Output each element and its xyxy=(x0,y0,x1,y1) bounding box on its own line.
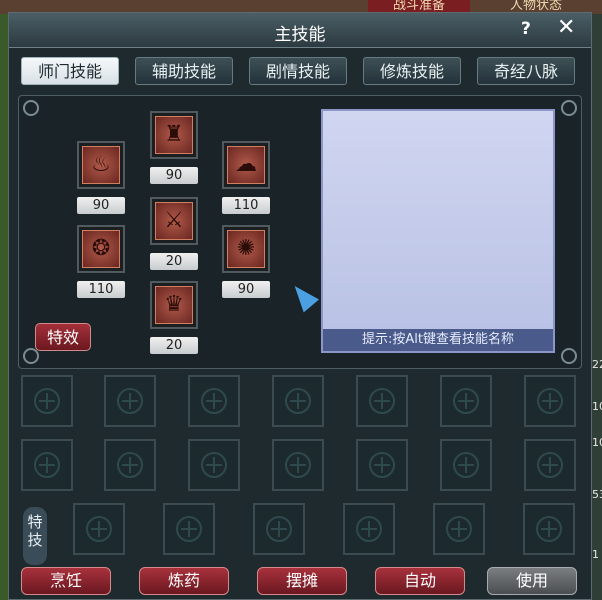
empty-slot-rune-icon xyxy=(34,388,60,414)
title-bar[interactable]: 主技能 ? ✕ xyxy=(9,13,591,48)
skill-bar-slot[interactable] xyxy=(524,439,576,491)
corner-ornament xyxy=(23,100,39,116)
background-number: 10 xyxy=(592,400,602,413)
stunt-slot[interactable] xyxy=(433,503,485,555)
skill-bar-slot[interactable] xyxy=(440,375,492,427)
skill-bar-slot[interactable] xyxy=(356,439,408,491)
empty-slot-rune-icon xyxy=(201,452,227,478)
skill-bar-slot[interactable] xyxy=(524,375,576,427)
auto-button[interactable]: 自动 xyxy=(375,567,465,595)
stunt-label: 特技 xyxy=(23,507,47,565)
stunt-slot[interactable] xyxy=(73,503,125,555)
background-right-edge xyxy=(592,14,602,600)
skill-bar-slot[interactable] xyxy=(104,439,156,491)
dotted-ring-icon: ✺ xyxy=(227,230,265,268)
empty-slot-rune-icon xyxy=(453,452,479,478)
beast-mask-icon: ♜ xyxy=(155,116,193,154)
effect-button[interactable]: 特效 xyxy=(35,323,91,351)
background-number: 1 xyxy=(592,548,599,561)
tab-meridian-skills[interactable]: 奇经八脉 xyxy=(477,57,575,85)
empty-slot-rune-icon xyxy=(446,516,472,542)
skill-bar-slot[interactable] xyxy=(356,375,408,427)
tab-cultivation-skills[interactable]: 修炼技能 xyxy=(363,57,461,85)
background-left-edge xyxy=(0,14,8,600)
empty-slot-rune-icon xyxy=(34,452,60,478)
skill-level: 90 xyxy=(222,281,270,298)
help-button[interactable]: ? xyxy=(521,19,531,39)
skill-bar-slot[interactable] xyxy=(272,375,324,427)
skill-level: 110 xyxy=(77,281,125,298)
skill-level: 110 xyxy=(222,197,270,214)
skill-bar-slot[interactable] xyxy=(21,375,73,427)
skill-bar-slot[interactable] xyxy=(188,439,240,491)
cooking-button[interactable]: 烹饪 xyxy=(21,567,111,595)
empty-slot-rune-icon xyxy=(369,452,395,478)
empty-slot-rune-icon xyxy=(117,452,143,478)
skill-slot-5[interactable]: ❂ xyxy=(77,225,125,273)
empty-slot-rune-icon xyxy=(285,388,311,414)
skill-level: 90 xyxy=(150,167,198,184)
skill-level: 90 xyxy=(77,197,125,214)
empty-slot-rune-icon xyxy=(537,388,563,414)
background-number: 53 xyxy=(592,488,602,501)
skill-slot-3[interactable]: ☁ xyxy=(222,141,270,189)
tab-auxiliary-skills[interactable]: 辅助技能 xyxy=(135,57,233,85)
use-button[interactable]: 使用 xyxy=(487,567,577,595)
corner-ornament xyxy=(561,100,577,116)
swirl-cloud-icon: ☁ xyxy=(227,146,265,184)
empty-slot-rune-icon xyxy=(356,516,382,542)
skill-slot-7[interactable]: ♛ xyxy=(150,281,198,329)
skill-bar-slot[interactable] xyxy=(440,439,492,491)
skill-bar-slot[interactable] xyxy=(188,375,240,427)
empty-slot-rune-icon xyxy=(369,388,395,414)
crossed-blades-icon: ⚔ xyxy=(155,202,193,240)
main-skill-window: 主技能 ? ✕ 师门技能 辅助技能 剧情技能 修炼技能 奇经八脉 ♨ 90 ♜ … xyxy=(8,12,592,600)
close-button[interactable]: ✕ xyxy=(557,17,575,39)
empty-slot-rune-icon xyxy=(176,516,202,542)
tip-text: 提示:按Alt键查看技能名称 xyxy=(323,329,553,351)
skill-slot-4[interactable]: ⚔ xyxy=(150,197,198,245)
skill-slot-2[interactable]: ♜ xyxy=(150,111,198,159)
alchemy-button[interactable]: 炼药 xyxy=(139,567,229,595)
background-number: 10 xyxy=(592,436,602,449)
tab-school-skills[interactable]: 师门技能 xyxy=(21,57,119,85)
empty-slot-rune-icon xyxy=(453,388,479,414)
empty-slot-rune-icon xyxy=(537,452,563,478)
skill-bar-slot[interactable] xyxy=(272,439,324,491)
stunt-slot[interactable] xyxy=(343,503,395,555)
empty-slot-rune-icon xyxy=(536,516,562,542)
skill-slot-6[interactable]: ✺ xyxy=(222,225,270,273)
empty-slot-rune-icon xyxy=(285,452,311,478)
skill-level: 20 xyxy=(150,337,198,354)
empty-slot-rune-icon xyxy=(117,388,143,414)
background-number: 22 xyxy=(592,358,602,371)
corner-ornament xyxy=(561,348,577,364)
skill-bar-slot[interactable] xyxy=(21,439,73,491)
skill-level: 20 xyxy=(150,253,198,270)
stall-button[interactable]: 摆摊 xyxy=(257,567,347,595)
empty-slot-rune-icon xyxy=(86,516,112,542)
skill-tooltip-panel: 提示:按Alt键查看技能名称 xyxy=(321,109,555,353)
stunt-slot[interactable] xyxy=(163,503,215,555)
spiked-crown-icon: ♛ xyxy=(155,286,193,324)
corner-ornament xyxy=(23,348,39,364)
empty-slot-rune-icon xyxy=(266,516,292,542)
rune-circle-icon: ❂ xyxy=(82,230,120,268)
empty-slot-rune-icon xyxy=(201,388,227,414)
tab-story-skills[interactable]: 剧情技能 xyxy=(249,57,347,85)
flame-pagoda-icon: ♨ xyxy=(82,146,120,184)
stunt-slot[interactable] xyxy=(523,503,575,555)
window-title: 主技能 xyxy=(274,25,326,45)
skill-bar-slot[interactable] xyxy=(104,375,156,427)
skill-slot-1[interactable]: ♨ xyxy=(77,141,125,189)
stunt-slot[interactable] xyxy=(253,503,305,555)
